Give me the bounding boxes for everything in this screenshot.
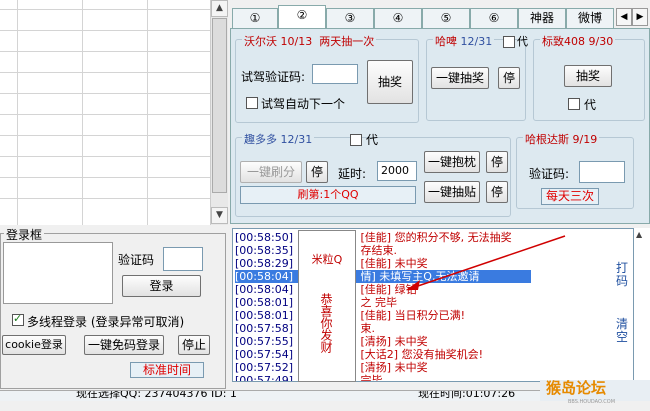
volvo-title: 沃尔沃 bbox=[244, 35, 277, 48]
haagen-date: 9/19 bbox=[572, 133, 598, 146]
tab-left-icon[interactable]: ◀ bbox=[616, 8, 632, 26]
watermark-url: BBS.HOUDAO.COM bbox=[568, 399, 616, 405]
quduoduo-title: 趣多多 bbox=[244, 133, 277, 146]
multi-thread-checkbox[interactable] bbox=[12, 312, 24, 326]
tab-shenqi[interactable]: 神器 bbox=[518, 8, 566, 28]
beer-date: 12/31 bbox=[460, 35, 493, 48]
clear-log-link[interactable]: 清空 bbox=[616, 318, 628, 344]
peugeot-proxy-label: 代 bbox=[584, 98, 597, 112]
beer-title: 哈啤 bbox=[435, 35, 457, 48]
haagen-captcha-input[interactable] bbox=[579, 161, 625, 183]
login-captcha-input[interactable] bbox=[163, 247, 203, 271]
one-click-login-button[interactable]: 一键免码登录 bbox=[84, 335, 164, 355]
volvo-group: 沃尔沃 10/13 两天抽一次 试驾验证码: 抽奖 试驾自动下一个 bbox=[235, 33, 419, 123]
tab-4[interactable]: ④ bbox=[374, 8, 422, 28]
quduoduo-grab-pillow-button[interactable]: 一键抱枕 bbox=[424, 151, 480, 173]
quduoduo-date: 12/31 bbox=[280, 133, 313, 146]
quduoduo-grab-sticker-button[interactable]: 一键抽贴 bbox=[424, 181, 480, 203]
volvo-captcha-label: 试驾验证码: bbox=[241, 70, 306, 84]
tab-1[interactable]: ① bbox=[232, 8, 278, 28]
quduoduo-refresh-status: 刷第:1个QQ bbox=[240, 186, 416, 204]
red-arrow-icon bbox=[406, 235, 566, 290]
volvo-draw-button[interactable]: 抽奖 bbox=[367, 60, 413, 104]
popup-wish: 恭喜你发财 bbox=[319, 293, 333, 353]
volvo-auto-next-label: 试驾自动下一个 bbox=[261, 97, 346, 111]
quduoduo-stop2-button[interactable]: 停 bbox=[486, 151, 508, 173]
status-qq: 现在选择QQ: 237404376 ID: 1 bbox=[76, 390, 237, 400]
tab-5[interactable]: ⑤ bbox=[422, 8, 470, 28]
tab-weibo[interactable]: 微博 bbox=[566, 8, 614, 28]
login-panel: 登录框 验证码 登录 多线程登录 (登录异常可取消) cookie登录 一键免码… bbox=[0, 225, 228, 390]
log-scroll-up-icon[interactable]: ▲ bbox=[636, 230, 642, 239]
tab-3[interactable]: ③ bbox=[326, 8, 374, 28]
quduoduo-proxy-checkbox[interactable] bbox=[350, 134, 362, 146]
account-grid[interactable] bbox=[0, 0, 228, 225]
volvo-auto-next-checkbox[interactable] bbox=[246, 97, 258, 109]
login-stop-button[interactable]: 停止 bbox=[178, 335, 210, 355]
tab-bar: ① ② ③ ④ ⑤ ⑥ 神器 微博 ◀ ▶ bbox=[230, 0, 650, 29]
watermark-logo: 猴岛论坛 BBS.HOUDAO.COM bbox=[540, 380, 650, 405]
std-time-button[interactable]: 标准时间 bbox=[130, 362, 204, 378]
peugeot-group: 标致408 9/30 抽奖 代 bbox=[533, 33, 645, 121]
quduoduo-refresh-button[interactable]: 一键刷分 bbox=[240, 161, 302, 183]
beer-one-click-draw-button[interactable]: 一键抽奖 bbox=[431, 67, 489, 89]
peugeot-proxy-checkbox[interactable] bbox=[568, 98, 580, 110]
beer-stop-button[interactable]: 停 bbox=[498, 67, 520, 89]
peugeot-title: 标致408 bbox=[542, 35, 585, 48]
floating-popup: 米粒Q 恭喜你发财 bbox=[298, 230, 356, 382]
login-captcha-label: 验证码 bbox=[118, 253, 155, 267]
volvo-note: 两天抽一次 bbox=[319, 35, 375, 48]
multi-thread-label: 多线程登录 (登录异常可取消) bbox=[27, 315, 185, 329]
quduoduo-group: 趣多多 12/31 代 一键刷分 停 延时: 2000 一键抱枕 停 一键抽贴 … bbox=[235, 131, 511, 217]
haagen-group: 哈根达斯 9/19 验证码: 每天三次 bbox=[516, 131, 634, 209]
tab-6[interactable]: ⑥ bbox=[470, 8, 518, 28]
quduoduo-stop-button[interactable]: 停 bbox=[306, 161, 328, 183]
print-captcha-link[interactable]: 打码 bbox=[616, 262, 628, 288]
scroll-down-icon[interactable]: ▼ bbox=[211, 207, 228, 224]
quduoduo-proxy-label: 代 bbox=[366, 133, 379, 147]
captcha-image bbox=[3, 242, 113, 304]
quduoduo-delay-label: 延时: bbox=[338, 167, 367, 181]
haagen-note: 每天三次 bbox=[541, 188, 599, 205]
list-item: [00:57:54] [大话2] 您没有抽奖机会! bbox=[235, 348, 483, 361]
beer-proxy-label: 代 bbox=[517, 35, 528, 48]
scroll-up-icon[interactable]: ▲ bbox=[211, 0, 228, 17]
tab-right-icon[interactable]: ▶ bbox=[632, 8, 648, 26]
log-scrollbar[interactable]: ▲ bbox=[634, 228, 650, 382]
quduoduo-delay-input[interactable]: 2000 bbox=[377, 161, 417, 181]
tab-2[interactable]: ② bbox=[278, 5, 326, 29]
haagen-title: 哈根达斯 bbox=[525, 133, 569, 146]
cookie-login-button[interactable]: cookie登录 bbox=[2, 335, 66, 355]
scroll-thumb[interactable] bbox=[212, 18, 227, 193]
volvo-captcha-input[interactable] bbox=[312, 64, 358, 84]
login-button[interactable]: 登录 bbox=[122, 275, 201, 297]
haagen-captcha-label: 验证码: bbox=[529, 167, 570, 181]
beer-proxy-checkbox[interactable] bbox=[503, 36, 515, 48]
tab-panel: 沃尔沃 10/13 两天抽一次 试驾验证码: 抽奖 试驾自动下一个 哈啤 12/… bbox=[230, 28, 650, 224]
popup-name: 米粒Q bbox=[311, 253, 343, 266]
status-time: 现在时间:01:07:26 bbox=[418, 390, 516, 400]
peugeot-date: 9/30 bbox=[588, 35, 614, 48]
beer-group: 哈啤 12/31 代 一键抽奖 停 bbox=[426, 33, 528, 121]
quduoduo-stop3-button[interactable]: 停 bbox=[486, 181, 508, 203]
volvo-date: 10/13 bbox=[280, 35, 313, 48]
login-title: 登录框 bbox=[4, 226, 45, 243]
grid-scrollbar[interactable]: ▲ ▼ bbox=[210, 0, 228, 225]
peugeot-draw-button[interactable]: 抽奖 bbox=[564, 65, 612, 87]
